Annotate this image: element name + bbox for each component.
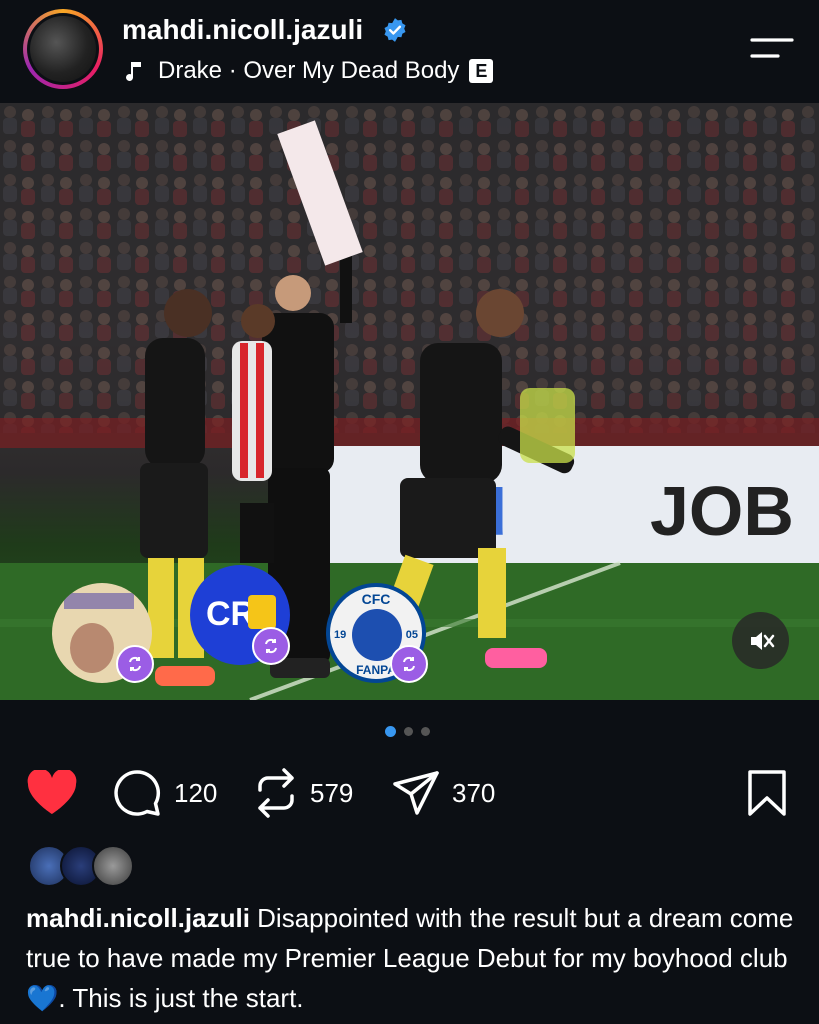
post-header: mahdi.nicoll.jazuli Drake · Over My Dead… <box>0 0 819 103</box>
mute-icon <box>751 632 775 650</box>
verified-badge-icon <box>384 18 406 42</box>
post-caption: mahdi.nicoll.jazuli Disappointed with th… <box>26 898 796 1018</box>
like-button[interactable] <box>26 765 78 821</box>
music-title: Drake · Over My Dead Body <box>158 57 460 84</box>
menu-icon[interactable] <box>748 34 794 60</box>
liked-by-avatars[interactable] <box>28 845 138 887</box>
post-photo[interactable]: ed JOB <box>0 103 819 700</box>
repost-icon <box>258 768 294 818</box>
save-button[interactable] <box>746 765 788 821</box>
carousel-indicator <box>385 726 430 737</box>
fanpage-right-text: 05 <box>405 629 418 641</box>
liker-avatar-3 <box>92 845 134 887</box>
explicit-badge: E <box>469 59 494 83</box>
share-count: 370 <box>452 777 496 808</box>
steward <box>520 388 575 463</box>
share-button[interactable]: 370 <box>392 765 495 821</box>
collab-badge-2 <box>252 627 290 665</box>
fanpage-left-text: 19 <box>334 629 347 641</box>
collab-badge-3 <box>390 645 428 683</box>
collab-badge-1 <box>116 645 154 683</box>
repost-count: 579 <box>310 777 354 808</box>
comment-icon <box>114 770 161 816</box>
action-bar: 120 579 370 <box>0 765 819 825</box>
music-note-icon <box>126 62 141 81</box>
mute-button[interactable] <box>732 612 789 669</box>
fanpage-top-text: CFC <box>361 591 391 607</box>
comment-button[interactable]: 120 <box>112 765 217 821</box>
ad-board-text: JOB <box>650 472 794 550</box>
share-icon <box>393 771 439 815</box>
repost-button[interactable]: 579 <box>254 765 353 821</box>
comment-count: 120 <box>174 777 218 808</box>
header-username[interactable]: mahdi.nicoll.jazuli <box>122 14 363 46</box>
carousel-dot-1 <box>385 726 396 737</box>
heart-icon <box>27 770 77 814</box>
bookmark-icon <box>748 770 786 816</box>
carousel-dot-3 <box>421 727 430 736</box>
caption-username[interactable]: mahdi.nicoll.jazuli <box>26 903 250 933</box>
profile-avatar[interactable] <box>23 9 103 89</box>
music-info[interactable]: Drake · Over My Dead Body E <box>122 57 494 85</box>
carousel-dot-2 <box>404 727 413 736</box>
